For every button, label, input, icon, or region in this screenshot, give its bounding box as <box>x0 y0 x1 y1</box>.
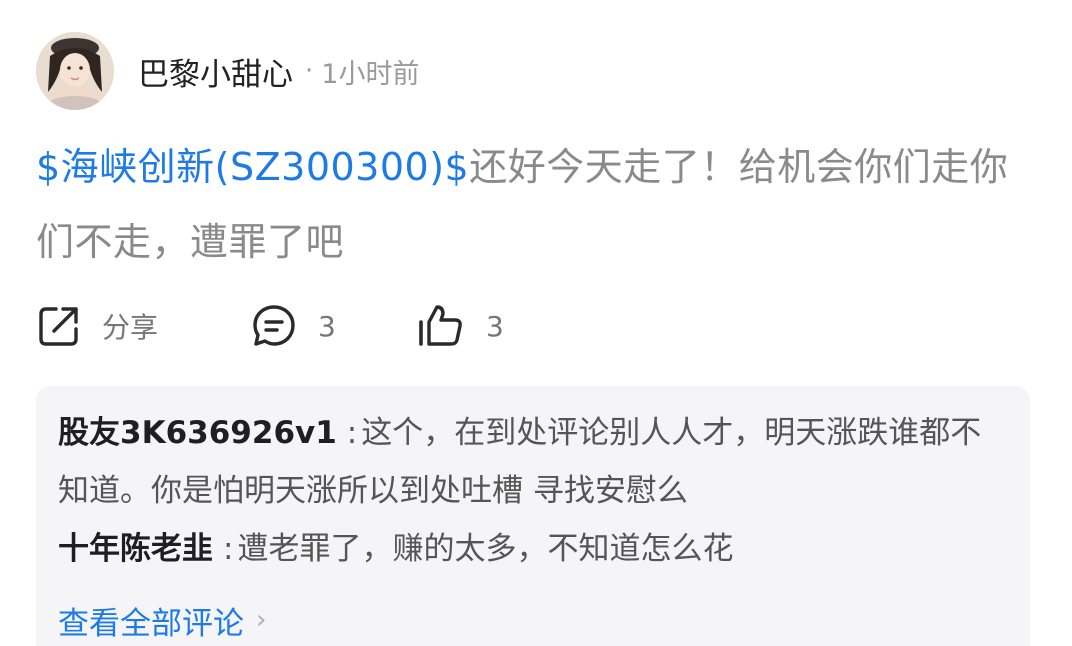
comment-item[interactable]: 股友3K636926v1: 这个，在到处评论别人人才，明天涨跌谁都不知道。你是怕明… <box>58 404 998 520</box>
author-name[interactable]: 巴黎小甜心 <box>138 49 293 94</box>
chevron-right-icon: › <box>256 605 267 635</box>
comment-colon: : <box>223 531 234 567</box>
comment-text: 遭老罪了，赚的太多，不知道怎么花 <box>237 531 734 567</box>
post-time: 1小时前 <box>321 58 420 90</box>
post-content: $海峡创新(SZ300300)$还好今天走了！给机会你们走你们不走，遭罪了吧 <box>36 130 1026 280</box>
share-label: 分享 <box>102 311 159 344</box>
view-all-label: 查看全部评论 <box>58 605 244 642</box>
post-card: 巴黎小甜心 · 1小时前 $海峡创新(SZ300300)$还好今天走了！给机会你… <box>0 0 1072 646</box>
comment-count: 3 <box>318 309 336 343</box>
comment-button[interactable]: 3 <box>250 302 336 350</box>
avatar[interactable] <box>36 32 114 110</box>
header-separator: · <box>305 56 314 86</box>
view-all-comments-link[interactable]: 查看全部评论 › <box>58 596 266 644</box>
like-count: 3 <box>486 309 504 343</box>
share-button[interactable]: 分享 <box>36 302 158 350</box>
action-bar: 分享 3 3 <box>36 302 636 350</box>
comment-colon: : <box>346 415 358 451</box>
stock-tag-link[interactable]: $海峡创新(SZ300300)$ <box>36 145 469 189</box>
share-icon <box>36 303 82 349</box>
like-button[interactable]: 3 <box>416 302 504 350</box>
commenter-name[interactable]: 股友3K636926v1 <box>58 415 337 451</box>
comment-bubble-icon <box>250 302 298 350</box>
commenter-name[interactable]: 十年陈老韭 <box>58 531 213 567</box>
comments-preview: 股友3K636926v1: 这个，在到处评论别人人才，明天涨跌谁都不知道。你是怕明… <box>36 386 1030 646</box>
comment-item[interactable]: 十年陈老韭: 遭老罪了，赚的太多，不知道怎么花 <box>58 520 998 578</box>
thumbs-up-icon <box>416 302 466 350</box>
post-header: 巴黎小甜心 · 1小时前 <box>138 49 420 94</box>
